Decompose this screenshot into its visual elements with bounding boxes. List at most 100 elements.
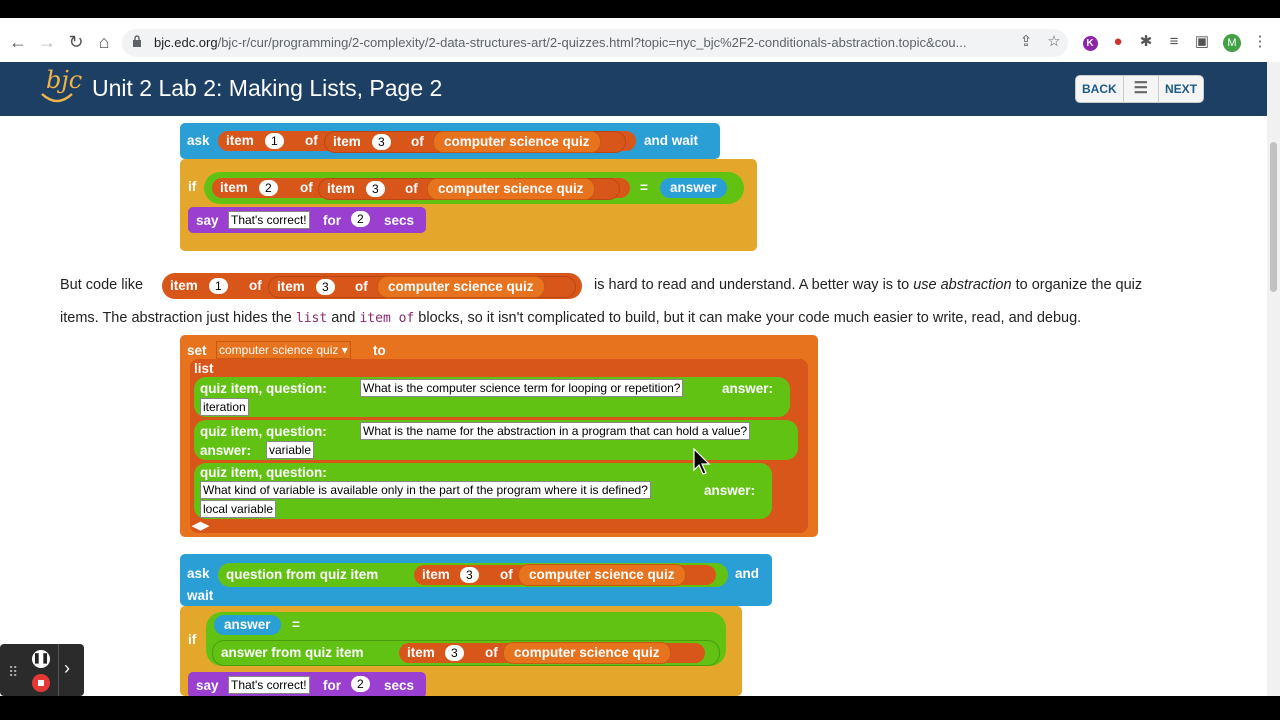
answer-3-slot[interactable]: local variable [200,500,277,518]
if-block[interactable]: if item 2 of item 3 of computer science … [180,159,757,251]
ask-block[interactable]: ask item 1 of item 3 of computer science… [180,123,720,159]
inline-inner-item-of: item 3 of computer science quiz [268,276,576,298]
share-icon[interactable]: ⇪ [1014,30,1038,54]
say-for-secs-block-2[interactable]: say That's correct! for 2 secs [188,672,426,696]
browser-toolbar: ← → ↻ ⌂ bjc.edc.org/bjc-r/cur/programmin… [0,24,1280,63]
a-item-of-block[interactable]: item 3 of computer science quiz [399,642,705,664]
question-from-label: question from quiz item [226,567,379,582]
answer-1-slot[interactable]: iteration [200,398,249,416]
answer-reporter-2[interactable]: answer [214,615,281,635]
answer-reporter[interactable]: answer [660,178,727,198]
secs-number-2[interactable]: 2 [351,676,370,692]
code-item-of: item of [359,311,415,326]
cond-item-of-block[interactable]: item 2 of item 3 of computer science qui… [212,178,630,200]
qi1-label: quiz item, question: [200,381,327,396]
paragraph-t5: and [331,310,356,326]
chevron-right-icon[interactable]: › [64,658,70,679]
logo-text: bjc [46,66,83,94]
item-of-block[interactable]: item 1 of item 3 of computer science qui… [218,131,636,153]
hamburger-menu-button[interactable]: ☰ [1124,76,1160,102]
page-scrollbar[interactable] [1267,62,1280,696]
reload-icon[interactable]: ↻ [64,30,88,54]
extension-record-icon[interactable]: ● [1106,30,1130,54]
index-1[interactable]: 1 [265,133,284,149]
paragraph-line1-start: But code like [60,277,144,293]
address-bar[interactable]: bjc.edc.org/bjc-r/cur/programming/2-comp… [122,29,1068,57]
list-arrows-icon[interactable]: ◀▶ [192,519,209,532]
cond-quiz-variable[interactable]: computer science quiz [427,178,595,200]
list-block[interactable]: list quiz item, question: What is the co… [190,359,808,533]
extensions-puzzle-icon[interactable]: ✱ [1134,30,1158,54]
home-icon[interactable]: ⌂ [92,30,116,54]
quiz-item-1[interactable]: quiz item, question: What is the compute… [194,377,790,417]
say-text-slot[interactable]: That's correct! [228,211,310,229]
recording-controls: ⠿ ❚❚ › [0,644,84,696]
say-text-slot-2[interactable]: That's correct! [228,676,310,694]
profile-avatar[interactable]: M [1220,30,1244,54]
ask-question-block[interactable]: ask question from quiz item item 3 of co… [180,554,772,606]
q-of-label: of [500,567,513,582]
equals-predicate[interactable]: item 2 of item 3 of computer science qui… [204,172,744,204]
cond-of-label: of [300,180,313,195]
paragraph-emphasis: use abstraction [913,277,1012,293]
menu-dots-icon[interactable]: ⋮ [1248,30,1272,54]
forward-arrow-icon[interactable]: → [35,30,59,54]
bookmark-star-icon[interactable]: ☆ [1042,30,1066,54]
secs-label-2: secs [384,678,415,693]
equals-predicate-2[interactable]: answer = answer from quiz item item 3 of… [206,612,726,666]
paragraph-t4: items. The abstraction just hides the [60,310,292,326]
url-path: /bjc-r/cur/programming/2-complexity/2-da… [217,35,967,50]
say-label: say [196,213,219,228]
answer-2-slot[interactable]: variable [266,441,315,459]
stop-icon[interactable] [32,674,50,692]
inline-index-1: 1 [209,278,228,294]
back-button[interactable]: BACK [1076,76,1124,102]
question-2-slot[interactable]: What is the name for the abstraction in … [360,422,751,440]
answer-from-label: answer from quiz item [221,645,364,660]
wait-label: wait [187,588,214,603]
index-3[interactable]: 3 [372,134,391,150]
extension-k-icon[interactable]: K [1078,30,1102,54]
side-panel-icon[interactable]: ▣ [1190,30,1214,54]
question-3-slot[interactable]: What kind of variable is available only … [200,481,651,499]
qi3-label: quiz item, question: [200,465,327,480]
reading-list-icon[interactable]: ≡ [1162,30,1186,54]
if-label-2: if [188,632,197,647]
back-arrow-icon[interactable]: ← [6,30,30,54]
a-index-3[interactable]: 3 [445,645,464,661]
a-quiz-variable[interactable]: computer science quiz [503,642,671,664]
if-block-2[interactable]: if answer = answer from quiz item item 3… [180,606,742,696]
bottom-bar [0,696,1280,720]
cond-inner-item-of[interactable]: item 3 of computer science quiz [318,178,620,200]
quiz-item-3[interactable]: quiz item, question: What kind of variab… [194,463,772,519]
cond-index-3[interactable]: 3 [366,181,385,197]
question-1-slot[interactable]: What is the computer science term for lo… [360,379,684,397]
pause-icon[interactable]: ❚❚ [32,650,50,668]
q-item-of-block[interactable]: item 3 of computer science quiz [414,564,716,586]
paragraph-line2: items. The abstraction just hides the li… [60,310,1081,326]
ask-label: ask [187,133,210,148]
inner-item-of-block[interactable]: item 3 of computer science quiz [324,131,626,153]
bjc-logo[interactable]: bjc [32,62,84,124]
quiz-variable[interactable]: computer science quiz [433,131,601,153]
for-label-2: for [323,678,341,693]
inline-inner-item-label: item [277,279,305,294]
inline-quiz-variable: computer science quiz [377,276,545,298]
next-button[interactable]: NEXT [1159,76,1203,102]
q-quiz-variable[interactable]: computer science quiz [518,564,686,586]
secs-label: secs [384,213,415,228]
to-label: to [373,343,386,358]
a-item-label: item [407,645,435,660]
q-index-3[interactable]: 3 [460,567,479,583]
scrollbar-thumb[interactable] [1270,142,1277,292]
cond-index-2[interactable]: 2 [259,180,278,196]
variable-dropdown[interactable]: computer science quiz ▾ [216,341,351,359]
and-wait-label: and wait [644,133,699,148]
answer-from-block[interactable]: answer from quiz item item 3 of computer… [212,640,720,666]
secs-number[interactable]: 2 [351,211,370,227]
drag-handle-icon[interactable]: ⠿ [8,664,18,681]
qi3-answer-label: answer: [704,483,756,498]
set-variable-block[interactable]: set computer science quiz ▾ to list quiz… [180,335,818,537]
question-from-block[interactable]: question from quiz item item 3 of comput… [218,563,728,587]
say-for-secs-block[interactable]: say That's correct! for 2 secs [188,207,426,233]
